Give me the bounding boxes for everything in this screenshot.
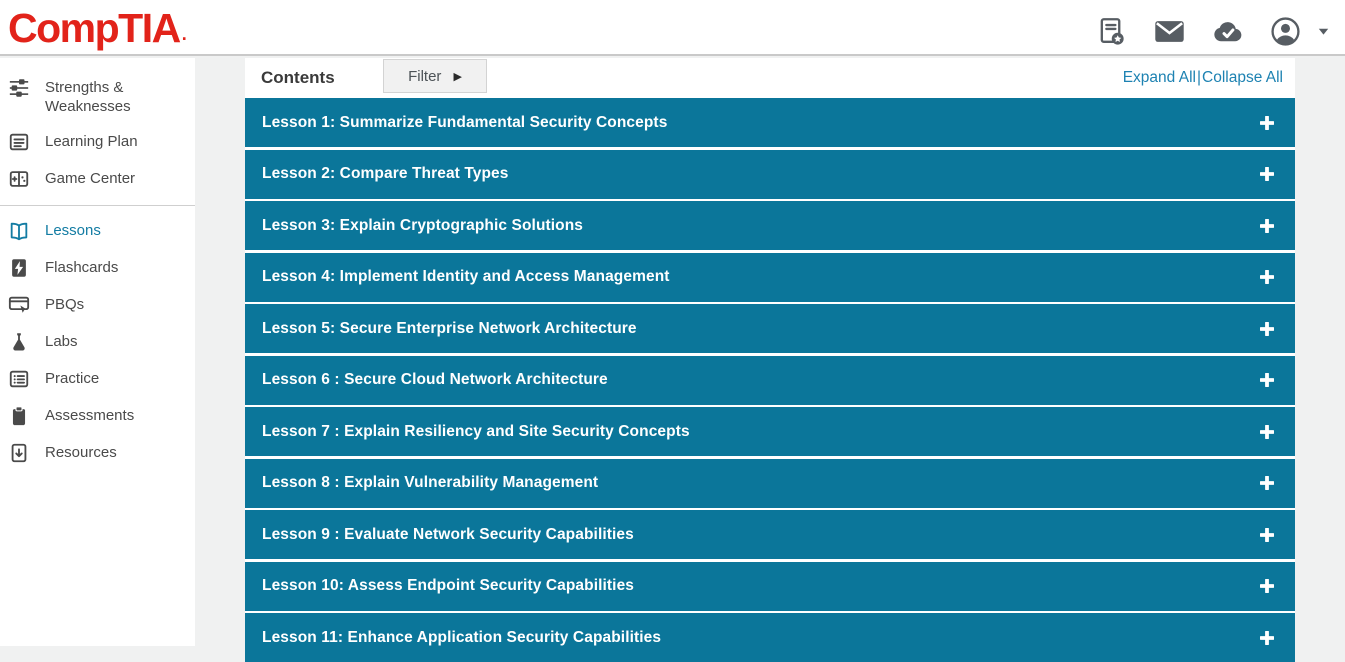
lesson-title: Lesson 2: Compare Threat Types	[262, 165, 508, 183]
sidebar-item-strengths-weaknesses[interactable]: Strengths & Weaknesses	[0, 70, 195, 124]
sidebar-item-lessons[interactable]: Lessons	[0, 213, 195, 250]
logo-registered-mark: .	[182, 20, 186, 49]
expand-plus-icon[interactable]	[1259, 321, 1275, 337]
lesson-accordion-row[interactable]: Lesson 4: Implement Identity and Access …	[245, 253, 1295, 302]
lessons-content-panel: Contents Filter ▶ Expand All | Collapse …	[245, 58, 1295, 646]
labs-icon	[8, 331, 30, 353]
link-separator: |	[1197, 69, 1201, 87]
expand-plus-icon[interactable]	[1259, 372, 1275, 388]
sidebar-item-label: Learning Plan	[45, 132, 138, 151]
cloud-check-icon[interactable]	[1212, 16, 1243, 47]
page-title: Contents	[261, 68, 335, 88]
expand-plus-icon[interactable]	[1259, 424, 1275, 440]
expand-plus-icon[interactable]	[1259, 630, 1275, 646]
content-header-row: Contents Filter ▶ Expand All | Collapse …	[245, 58, 1295, 98]
flashcards-icon	[8, 257, 30, 279]
lesson-title: Lesson 11: Enhance Application Security …	[262, 629, 661, 647]
expand-plus-icon[interactable]	[1259, 269, 1275, 285]
sidebar-item-flashcards[interactable]: Flashcards	[0, 250, 195, 287]
sidebar-item-resources[interactable]: Resources	[0, 435, 195, 472]
filter-button[interactable]: Filter ▶	[383, 59, 487, 93]
lesson-accordion-row[interactable]: Lesson 6 : Secure Cloud Network Architec…	[245, 356, 1295, 405]
sidebar-item-pbqs[interactable]: PBQs	[0, 287, 195, 324]
sidebar-nav: Strengths & Weaknesses Learning Plan Game …	[0, 58, 195, 646]
expand-plus-icon[interactable]	[1259, 578, 1275, 594]
pbqs-icon	[8, 294, 30, 316]
strengths-weaknesses-icon	[8, 77, 30, 99]
comptia-logo: CompTIA .	[8, 6, 185, 49]
sidebar-item-label: Assessments	[45, 406, 134, 425]
sidebar-item-label: Practice	[45, 369, 99, 388]
sidebar-item-label: Labs	[45, 332, 78, 351]
lesson-title: Lesson 9 : Evaluate Network Security Cap…	[262, 526, 634, 544]
sidebar-item-assessments[interactable]: Assessments	[0, 398, 195, 435]
app-root: CompTIA . Strengths & Weaknesses Learning…	[0, 0, 1345, 646]
filter-button-label: Filter	[408, 68, 441, 85]
sidebar-item-label: Lessons	[45, 221, 101, 240]
top-header: CompTIA .	[0, 0, 1345, 56]
expand-plus-icon[interactable]	[1259, 527, 1275, 543]
lesson-accordion-row[interactable]: Lesson 9 : Evaluate Network Security Cap…	[245, 510, 1295, 559]
sidebar-divider	[0, 205, 195, 206]
sidebar-content-gutter	[195, 58, 245, 646]
lesson-title: Lesson 4: Implement Identity and Access …	[262, 268, 670, 286]
lesson-accordion-row[interactable]: Lesson 8 : Explain Vulnerability Managem…	[245, 459, 1295, 508]
expand-plus-icon[interactable]	[1259, 218, 1275, 234]
lesson-accordion-list: Lesson 1: Summarize Fundamental Security…	[245, 98, 1295, 662]
expand-all-link[interactable]: Expand All	[1123, 69, 1196, 87]
filter-arrow-icon: ▶	[453, 70, 461, 83]
lesson-accordion-row[interactable]: Lesson 3: Explain Cryptographic Solution…	[245, 201, 1295, 250]
lesson-title: Lesson 10: Assess Endpoint Security Capa…	[262, 577, 634, 595]
caret-down-icon[interactable]	[1328, 24, 1331, 39]
expand-plus-icon[interactable]	[1259, 166, 1275, 182]
expand-plus-icon[interactable]	[1259, 115, 1275, 131]
lesson-title: Lesson 3: Explain Cryptographic Solution…	[262, 217, 583, 235]
mail-icon[interactable]	[1154, 16, 1185, 47]
sidebar-item-practice[interactable]: Practice	[0, 361, 195, 398]
lesson-accordion-row[interactable]: Lesson 5: Secure Enterprise Network Arch…	[245, 304, 1295, 353]
account-icon[interactable]	[1270, 16, 1301, 47]
sidebar-item-label: Strengths & Weaknesses	[45, 78, 189, 116]
sidebar-item-learning-plan[interactable]: Learning Plan	[0, 124, 195, 161]
sidebar-item-game-center[interactable]: Game Center	[0, 161, 195, 198]
lesson-title: Lesson 1: Summarize Fundamental Security…	[262, 114, 667, 132]
assessments-icon	[8, 405, 30, 427]
lesson-accordion-row[interactable]: Lesson 7 : Explain Resiliency and Site S…	[245, 407, 1295, 456]
document-badge-icon[interactable]	[1096, 16, 1127, 47]
lesson-title: Lesson 6 : Secure Cloud Network Architec…	[262, 371, 608, 389]
header-actions	[1096, 16, 1331, 47]
lesson-accordion-row[interactable]: Lesson 1: Summarize Fundamental Security…	[245, 98, 1295, 147]
expand-collapse-links: Expand All | Collapse All	[1123, 69, 1283, 87]
sidebar-item-label: Resources	[45, 443, 117, 462]
game-center-icon	[8, 168, 30, 190]
lesson-title: Lesson 7 : Explain Resiliency and Site S…	[262, 423, 690, 441]
lesson-title: Lesson 8 : Explain Vulnerability Managem…	[262, 474, 598, 492]
practice-icon	[8, 368, 30, 390]
learning-plan-icon	[8, 131, 30, 153]
resources-icon	[8, 442, 30, 464]
collapse-all-link[interactable]: Collapse All	[1202, 69, 1283, 87]
sidebar-item-labs[interactable]: Labs	[0, 324, 195, 361]
sidebar-item-label: Game Center	[45, 169, 135, 188]
lesson-accordion-row[interactable]: Lesson 11: Enhance Application Security …	[245, 613, 1295, 662]
sidebar-item-label: Flashcards	[45, 258, 118, 277]
lessons-icon	[8, 220, 30, 242]
expand-plus-icon[interactable]	[1259, 475, 1275, 491]
lesson-accordion-row[interactable]: Lesson 10: Assess Endpoint Security Capa…	[245, 562, 1295, 611]
lesson-title: Lesson 5: Secure Enterprise Network Arch…	[262, 320, 637, 338]
logo-text: CompTIA	[8, 8, 180, 49]
lesson-accordion-row[interactable]: Lesson 2: Compare Threat Types	[245, 150, 1295, 199]
sidebar-item-label: PBQs	[45, 295, 84, 314]
